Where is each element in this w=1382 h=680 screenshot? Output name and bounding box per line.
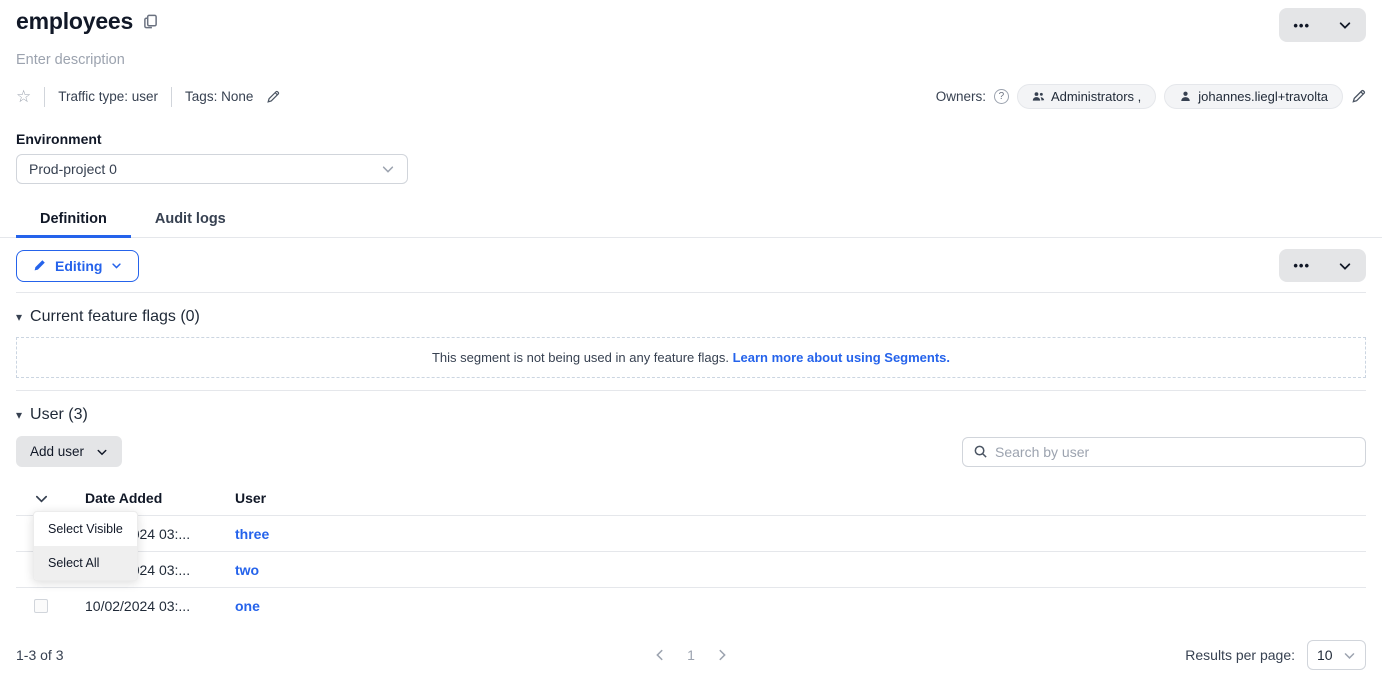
- user-section-heading[interactable]: ▾ User (3): [16, 406, 1366, 424]
- pagination-footer: 1-3 of 3 1 Results per page: 10: [16, 640, 1366, 670]
- favorite-star-icon[interactable]: ☆: [16, 88, 31, 105]
- select-menu-trigger[interactable]: [34, 491, 49, 506]
- chevron-right-icon: [715, 648, 729, 662]
- actions-chevron-button[interactable]: [1324, 249, 1366, 282]
- results-per-page-select[interactable]: 10: [1307, 640, 1366, 670]
- collapse-caret-icon: ▾: [16, 408, 22, 422]
- traffic-type-label: Traffic type: user: [58, 89, 158, 104]
- actions-chevron-button[interactable]: [1324, 8, 1366, 42]
- feature-flags-heading[interactable]: ▾ Current feature flags (0): [16, 308, 1366, 326]
- search-icon: [973, 444, 988, 459]
- copy-icon[interactable]: [143, 14, 158, 29]
- chevron-down-icon: [1343, 649, 1356, 662]
- tab-bar: Definition Audit logs: [0, 202, 1382, 238]
- collapse-caret-icon: ▾: [16, 310, 22, 324]
- table-row: 10/02/2024 03:... two: [16, 551, 1366, 587]
- help-icon[interactable]: ?: [994, 89, 1009, 104]
- user-search: [962, 437, 1366, 467]
- table-row: 10/02/2024 03:... three: [16, 515, 1366, 551]
- description-placeholder[interactable]: Enter description: [16, 52, 1366, 68]
- chevron-down-icon: [34, 491, 49, 506]
- definition-actions: •••: [1279, 249, 1366, 282]
- user-link[interactable]: three: [235, 526, 269, 542]
- learn-more-link[interactable]: Learn more about using Segments.: [733, 350, 950, 365]
- chevron-down-icon: [96, 446, 108, 458]
- chevron-left-icon: [653, 648, 667, 662]
- divider: [16, 292, 1366, 293]
- header-actions: •••: [1279, 8, 1366, 42]
- table-row: 10/02/2024 03:... one: [16, 587, 1366, 623]
- more-actions-button[interactable]: •••: [1279, 8, 1324, 42]
- menu-item-select-all[interactable]: Select All: [34, 546, 137, 580]
- select-dropdown-menu: Select Visible Select All: [33, 511, 138, 581]
- divider: [16, 390, 1366, 391]
- title-row: employees •••: [16, 0, 1366, 42]
- user-controls: Add user: [16, 436, 1366, 467]
- chevron-down-icon: [1338, 18, 1352, 32]
- user-table: Date Added User 10/02/2024 03:... three …: [16, 481, 1366, 623]
- results-per-page-label: Results per page:: [1185, 647, 1295, 663]
- table-header-row: Date Added User: [16, 481, 1366, 515]
- person-icon: [1179, 90, 1192, 103]
- meta-row: ☆ Traffic type: user Tags: None Owners: …: [16, 84, 1366, 109]
- add-user-button[interactable]: Add user: [16, 436, 122, 467]
- segment-detail-page: employees ••• Enter description ☆ Traffi…: [0, 0, 1382, 670]
- search-input[interactable]: [995, 444, 1355, 460]
- menu-item-select-visible[interactable]: Select Visible: [34, 512, 137, 546]
- pencil-icon: [33, 259, 46, 272]
- user-link[interactable]: one: [235, 598, 260, 614]
- next-page-button[interactable]: [715, 648, 729, 662]
- date-added-cell: 10/02/2024 03:...: [85, 598, 235, 614]
- results-summary: 1-3 of 3: [16, 647, 653, 663]
- tab-audit-logs[interactable]: Audit logs: [131, 202, 250, 237]
- tab-definition[interactable]: Definition: [16, 202, 131, 237]
- page-title: employees: [16, 8, 133, 35]
- edit-owners-icon[interactable]: [1351, 89, 1366, 104]
- editing-row: Editing •••: [16, 249, 1366, 282]
- divider: [44, 87, 45, 107]
- column-header-user[interactable]: User: [235, 490, 1366, 506]
- edit-tags-icon[interactable]: [266, 90, 280, 104]
- chevron-down-icon: [111, 260, 122, 271]
- group-icon: [1032, 90, 1045, 103]
- environment-select[interactable]: Prod-project 0: [16, 154, 408, 184]
- chevron-down-icon: [1338, 259, 1352, 273]
- pager: 1: [653, 647, 729, 663]
- divider: [171, 87, 172, 107]
- owner-badge-administrators: Administrators ,: [1017, 84, 1156, 109]
- editing-button[interactable]: Editing: [16, 250, 139, 282]
- column-header-date[interactable]: Date Added: [85, 490, 235, 506]
- environment-section: Environment Prod-project 0: [16, 131, 1366, 184]
- row-checkbox[interactable]: [34, 599, 48, 613]
- more-actions-button[interactable]: •••: [1279, 249, 1324, 282]
- current-page-number[interactable]: 1: [687, 647, 695, 663]
- chevron-down-icon: [381, 162, 395, 176]
- owners-label: Owners:: [936, 89, 986, 104]
- tags-label: Tags: None: [185, 89, 253, 104]
- feature-flags-empty-state: This segment is not being used in any fe…: [16, 337, 1366, 378]
- user-link[interactable]: two: [235, 562, 259, 578]
- previous-page-button[interactable]: [653, 648, 667, 662]
- owner-badge-user: johannes.liegl+travolta: [1164, 84, 1343, 109]
- environment-label: Environment: [16, 131, 1366, 147]
